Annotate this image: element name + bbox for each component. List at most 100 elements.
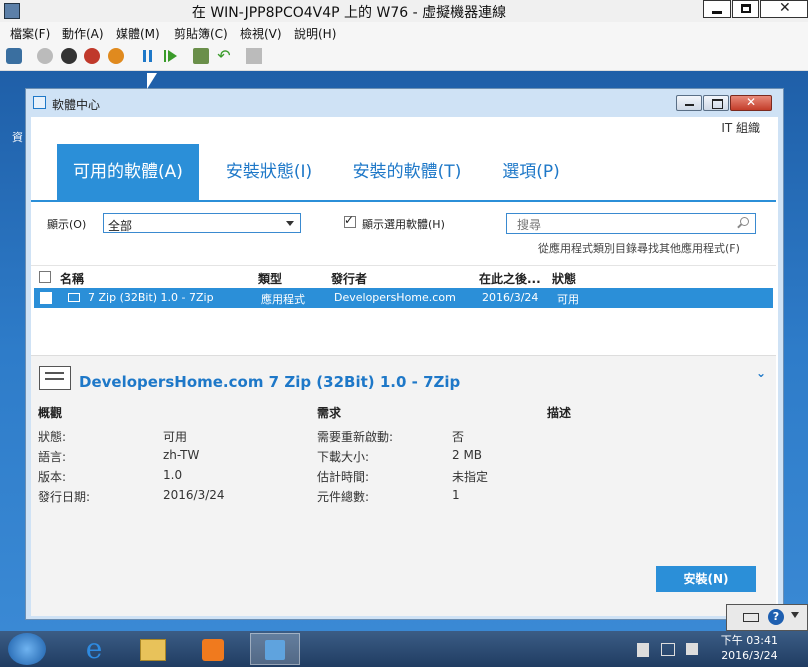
column-status[interactable]: 狀態 [552, 270, 576, 287]
estimated-time-key: 估計時間: [317, 470, 370, 484]
show-optional-checkbox[interactable]: ✓ [344, 213, 356, 228]
host-maximize-button[interactable] [732, 0, 759, 18]
app-large-icon [39, 366, 71, 390]
column-publisher[interactable]: 發行者 [331, 270, 367, 287]
install-button[interactable]: 安裝(N) [656, 566, 756, 592]
row-type: 應用程式 [261, 293, 305, 306]
tab-options[interactable]: 選項(P) [487, 144, 575, 200]
host-title-bar: 在 WIN-JPP8PCO4V4P 上的 W76 - 虛擬機器連線 ✕ [0, 0, 808, 23]
host-minimize-button[interactable] [703, 0, 731, 18]
search-input[interactable] [515, 216, 729, 233]
details-title: DevelopersHome.com 7 Zip (32Bit) 1.0 - 7… [79, 373, 461, 391]
column-date[interactable]: 在此之後... [479, 270, 541, 287]
show-optional-label: 顯示選用軟體(H) [362, 218, 445, 231]
start-icon[interactable] [37, 48, 53, 64]
section-description: 描述 [547, 406, 572, 420]
menu-file[interactable]: 檔案(F) [10, 25, 50, 42]
estimated-time-value: 未指定 [452, 470, 489, 484]
catalog-link[interactable]: 從應用程式類別目錄尋找其他應用程式(F) [538, 240, 740, 256]
list-header: 名稱 類型 發行者 在此之後... 狀態 [31, 265, 776, 288]
power-icon[interactable] [108, 48, 124, 64]
restart-value: 否 [452, 430, 465, 444]
window-client-area: IT 組織 可用的軟體(A) 安裝狀態(I) 安裝的軟體(T) 選項(P) 顯示… [31, 117, 778, 616]
chevron-down-icon [286, 221, 294, 226]
row-publisher: DevelopersHome.com [334, 291, 456, 304]
table-row[interactable]: 7 Zip (32Bit) 1.0 - 7Zip 應用程式 Developers… [34, 288, 773, 308]
release-date-value: 2016/3/24 [163, 488, 225, 502]
start-button-icon[interactable] [8, 633, 46, 665]
desktop-icon-label[interactable]: 資 [12, 129, 23, 145]
window-title: 軟體中心 [52, 98, 101, 112]
component-count-key: 元件總數: [317, 490, 370, 504]
internet-explorer-icon[interactable]: e [74, 633, 114, 665]
tab-installed-software[interactable]: 安裝的軟體(T) [339, 144, 475, 200]
details-pane: DevelopersHome.com 7 Zip (32Bit) 1.0 - 7… [31, 355, 776, 616]
component-count-value: 1 [452, 488, 460, 502]
software-center-window: 軟體中心 ✕ IT 組織 可用的軟體(A) 安裝狀態(I) 安裝的軟體(T) 選… [25, 88, 784, 620]
clock-time: 下午 03:41 [720, 634, 778, 647]
resume-icon[interactable] [163, 48, 179, 64]
software-center-icon [33, 96, 46, 109]
menu-help[interactable]: 說明(H) [294, 25, 336, 42]
list-empty-area [31, 308, 776, 353]
menu-action[interactable]: 動作(A) [62, 25, 104, 42]
keyboard-icon[interactable] [743, 613, 759, 622]
host-menu-bar: 檔案(F) 動作(A) 媒體(M) 剪貼簿(C) 檢視(V) 說明(H) [0, 22, 808, 42]
tab-available-software[interactable]: 可用的軟體(A) [57, 144, 199, 200]
row-status: 可用 [557, 293, 579, 306]
pause-icon[interactable] [140, 48, 156, 64]
restart-key: 需要重新啟動: [317, 430, 394, 444]
search-icon[interactable] [740, 217, 749, 226]
turn-off-icon[interactable] [61, 48, 77, 64]
host-toolbar: ↶ [0, 42, 808, 71]
menu-view[interactable]: 檢視(V) [240, 25, 282, 42]
shutdown-icon[interactable] [84, 48, 100, 64]
row-checkbox[interactable] [40, 292, 52, 304]
tab-underline [31, 200, 776, 202]
column-name[interactable]: 名稱 [60, 270, 84, 287]
notification-flag-icon[interactable] [637, 643, 649, 657]
tab-installation-status[interactable]: 安裝狀態(I) [209, 144, 329, 200]
enhanced-session-icon[interactable] [246, 48, 262, 64]
window-maximize-button[interactable] [703, 95, 729, 111]
window-minimize-button[interactable] [676, 95, 702, 111]
language-bar: ? [726, 604, 808, 631]
volume-icon[interactable] [686, 643, 698, 655]
snapshot-icon[interactable] [193, 48, 209, 64]
help-icon[interactable]: ? [768, 609, 784, 625]
window-close-button[interactable]: ✕ [730, 95, 772, 111]
menu-media[interactable]: 媒體(M) [116, 25, 160, 42]
show-filter-label: 顯示(O) [47, 218, 87, 231]
download-size-value: 2 MB [452, 448, 483, 462]
clock[interactable]: 下午 03:41 2016/3/24 [721, 633, 778, 663]
column-type[interactable]: 類型 [258, 270, 282, 287]
org-name: IT 組織 [721, 121, 760, 135]
window-title-bar: 軟體中心 ✕ [26, 89, 783, 117]
download-size-key: 下載大小: [317, 450, 370, 464]
row-name: 7 Zip (32Bit) 1.0 - 7Zip [88, 291, 214, 304]
show-filter-select[interactable]: 全部 [103, 213, 301, 233]
language-value: zh-TW [163, 448, 200, 462]
search-box[interactable] [506, 213, 756, 234]
section-overview: 概觀 [38, 406, 63, 420]
revert-icon[interactable]: ↶ [216, 48, 232, 64]
ctrl-alt-del-icon[interactable] [6, 48, 22, 64]
taskbar: e 下午 03:41 2016/3/24 [0, 631, 808, 667]
collapse-chevron-icon[interactable]: ⌄ [756, 366, 766, 380]
select-all-checkbox[interactable] [39, 271, 51, 283]
media-player-icon[interactable] [194, 633, 234, 665]
file-explorer-icon[interactable] [134, 633, 174, 665]
clock-date: 2016/3/24 [721, 649, 778, 662]
status-key: 狀態: [38, 430, 67, 444]
host-close-button[interactable]: ✕ [760, 0, 808, 18]
status-value: 可用 [163, 430, 188, 444]
release-date-key: 發行日期: [38, 490, 91, 504]
software-center-taskbar-icon[interactable] [250, 633, 300, 665]
menu-clipboard[interactable]: 剪貼簿(C) [174, 25, 228, 42]
host-window-title: 在 WIN-JPP8PCO4V4P 上的 W76 - 虛擬機器連線 [191, 5, 507, 21]
language-options-icon[interactable] [791, 612, 799, 618]
network-icon[interactable] [661, 643, 675, 656]
section-requirements: 需求 [317, 406, 342, 420]
language-key: 語言: [38, 450, 67, 464]
app-icon [68, 293, 80, 302]
